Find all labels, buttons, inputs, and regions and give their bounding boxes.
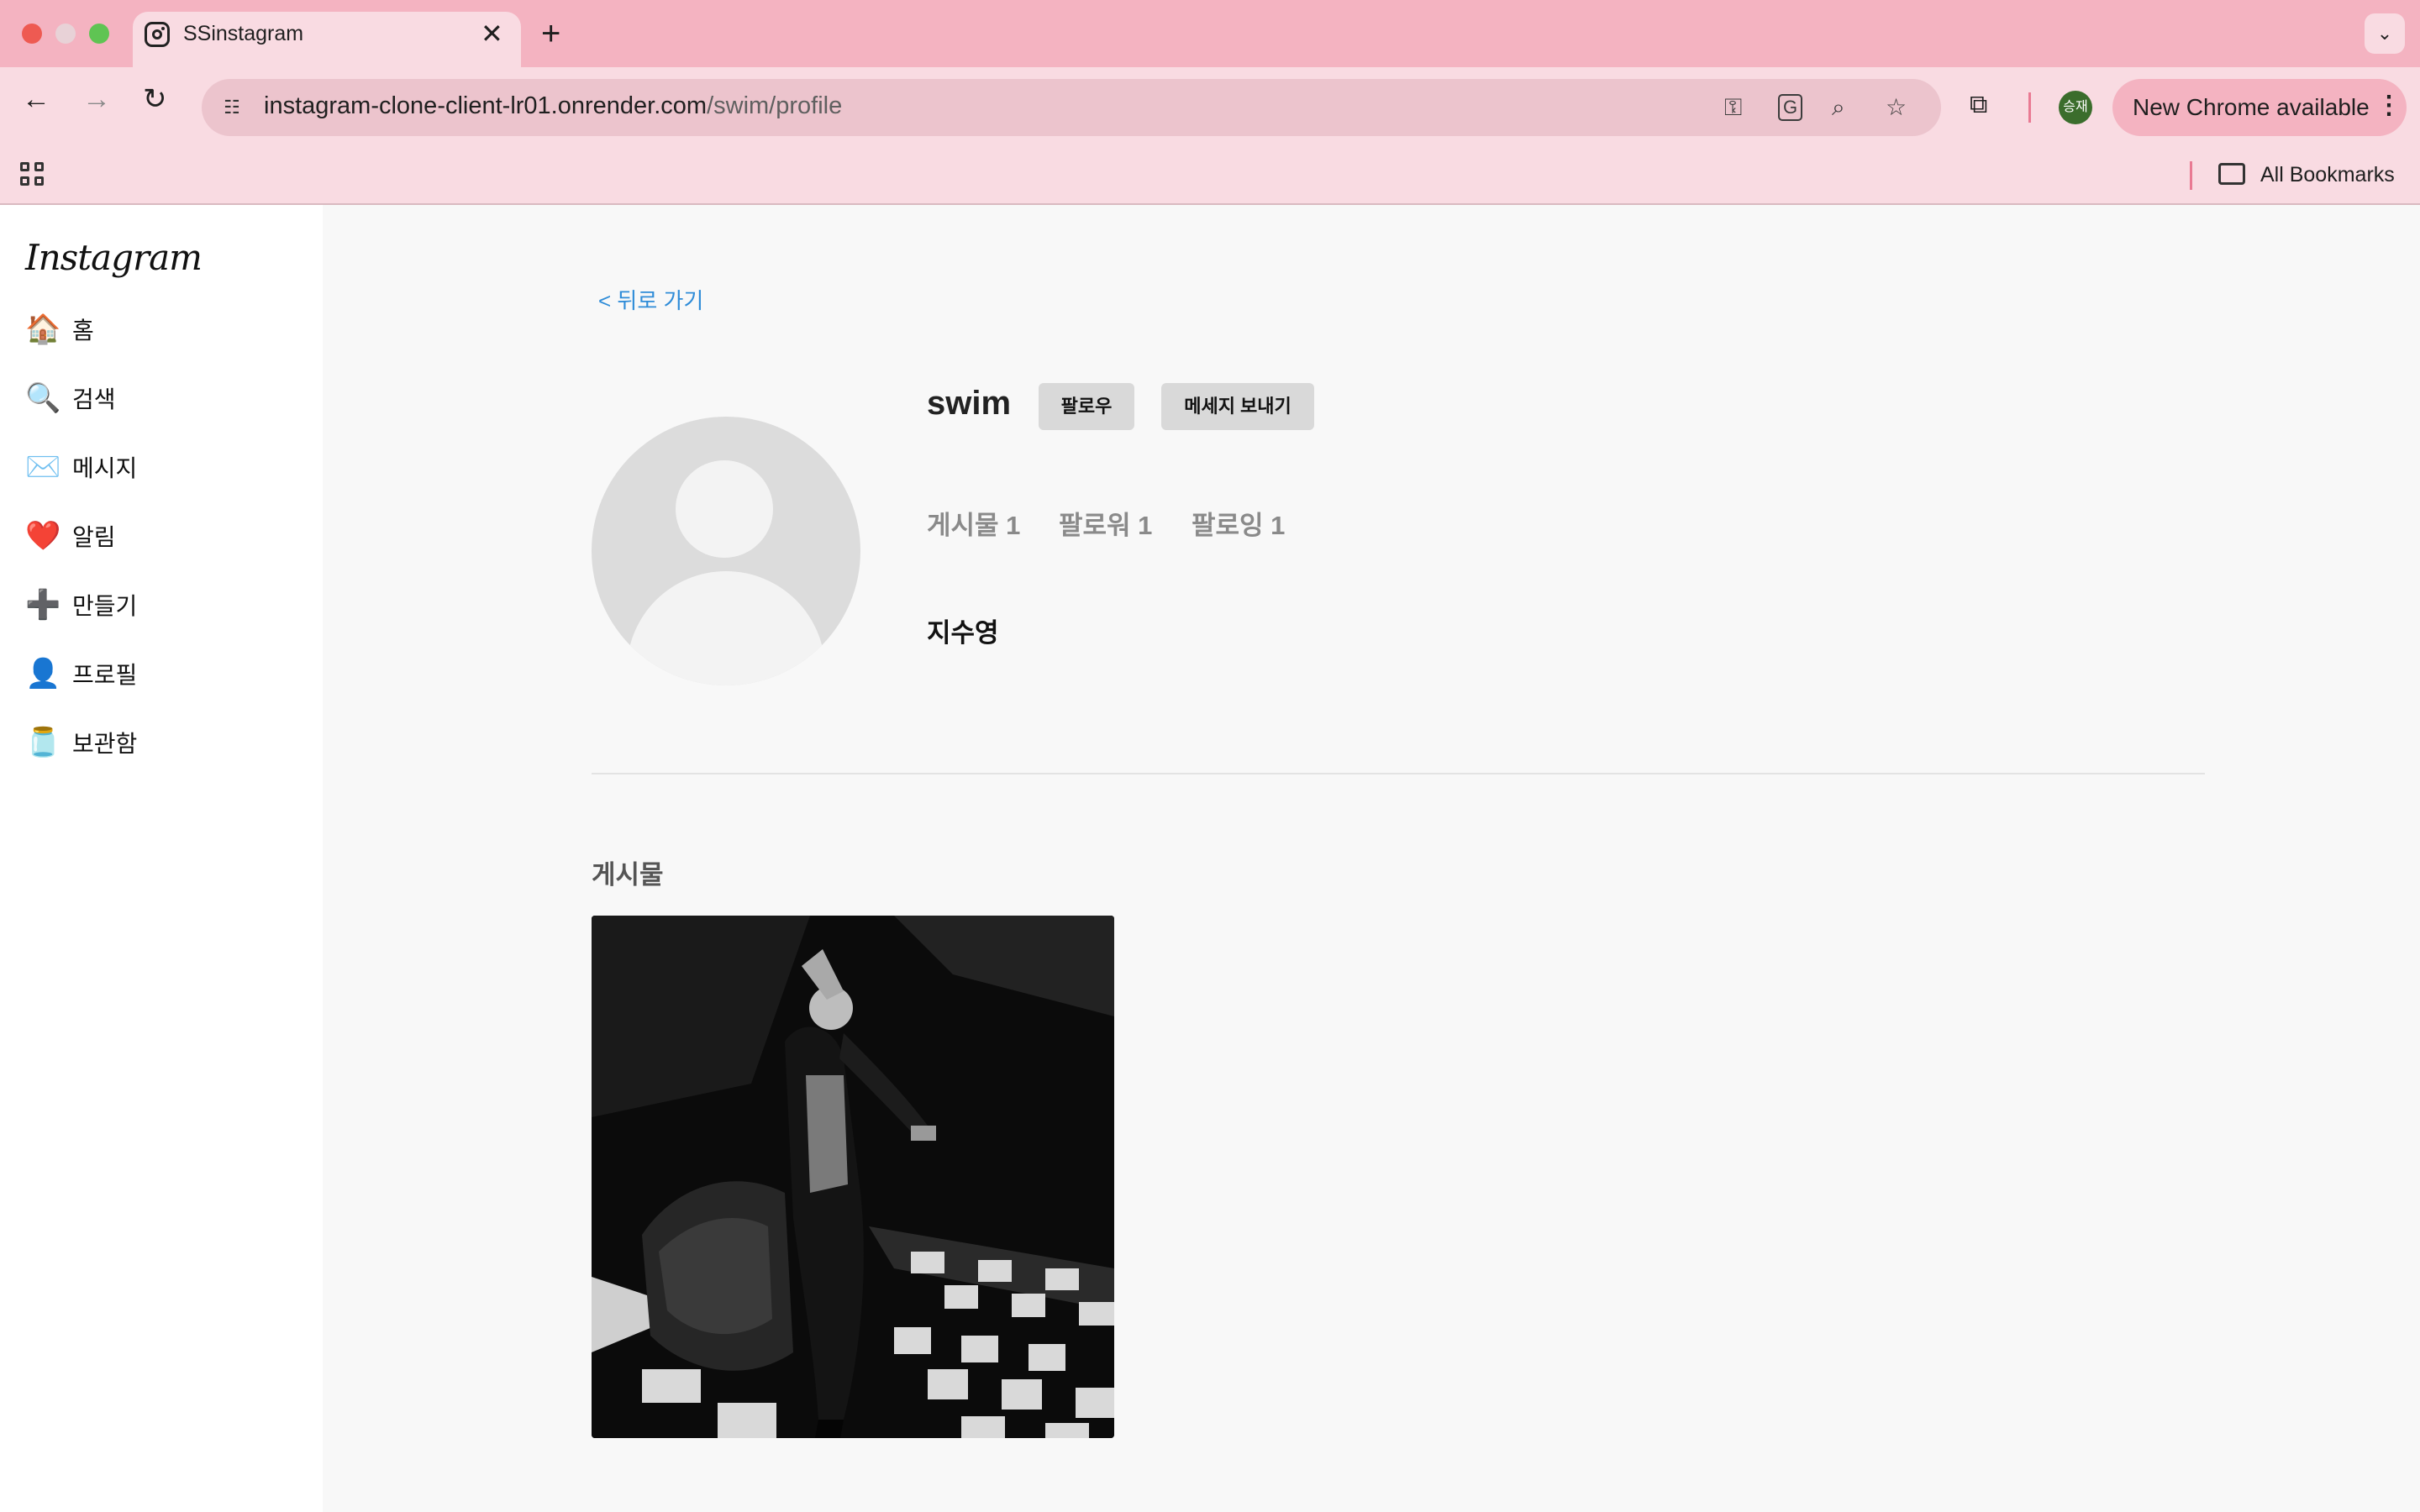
- sidebar-item-label: 프로필: [72, 662, 138, 688]
- post-photo: [592, 916, 1114, 1438]
- magnifier-icon: 🔍: [25, 382, 61, 414]
- bookmark-star-icon[interactable]: ☆: [1886, 92, 1907, 123]
- follow-button[interactable]: 팔로우: [1039, 383, 1134, 430]
- sidebar-item-label: 보관함: [72, 731, 138, 757]
- translate-icon[interactable]: G: [1778, 94, 1803, 121]
- forward-arrow-icon[interactable]: →: [82, 82, 111, 116]
- new-tab-button[interactable]: +: [541, 15, 560, 52]
- chrome-menu-icon[interactable]: ⋮: [2376, 91, 2402, 120]
- window-zoom-button[interactable]: [89, 24, 109, 44]
- toolbar-divider: [2028, 92, 2031, 123]
- bookmarks-divider: [2190, 161, 2192, 190]
- url-path: /swim/profile: [707, 92, 843, 119]
- avatar: [592, 417, 860, 685]
- extensions-puzzle-icon[interactable]: ⧉: [1970, 91, 1987, 119]
- window-minimize-button[interactable]: [55, 24, 76, 44]
- sidebar-item-label: 알림: [72, 524, 116, 550]
- posts-count: 게시물 1: [927, 511, 1021, 540]
- sidebar-item-label: 메시지: [72, 455, 138, 481]
- sidebar-item-home[interactable]: 🏠 홈: [25, 309, 94, 349]
- folder-icon[interactable]: [2218, 163, 2245, 185]
- person-icon: 👤: [25, 658, 61, 690]
- instagram-logo[interactable]: Instagram: [25, 237, 203, 278]
- window-close-button[interactable]: [22, 24, 42, 44]
- site-settings-icon[interactable]: ☷: [215, 91, 249, 124]
- chrome-update-label[interactable]: New Chrome available: [2133, 94, 2370, 121]
- bookmarks-bar: [0, 139, 2420, 205]
- instagram-favicon-icon: [145, 22, 170, 47]
- url-host: instagram-clone-client-lr01.onrender.com: [264, 92, 708, 119]
- browser-profile-avatar[interactable]: 승재: [2059, 91, 2092, 124]
- all-bookmarks-link[interactable]: All Bookmarks: [2260, 163, 2395, 187]
- sidebar-item-create[interactable]: ➕ 만들기: [25, 585, 137, 625]
- tab-search-button[interactable]: ⌄: [2365, 13, 2405, 54]
- back-link[interactable]: < 뒤로 가기: [598, 284, 703, 315]
- password-key-icon[interactable]: ⚿: [1724, 92, 1742, 123]
- avatar-body-shape: [627, 571, 825, 685]
- posts-section-title: 게시물: [592, 860, 664, 890]
- sidebar-item-notifications[interactable]: ❤️ 알림: [25, 516, 116, 556]
- tab-close-icon[interactable]: ✕: [481, 18, 503, 49]
- section-divider: [592, 773, 2205, 774]
- sidebar-item-messages[interactable]: ✉️ 메시지: [25, 447, 137, 487]
- zoom-icon[interactable]: ⌕: [1832, 92, 1845, 123]
- house-icon: 🏠: [25, 313, 61, 345]
- tab-title: SSinstagram: [183, 22, 304, 45]
- sidebar-item-label: 만들기: [72, 593, 138, 619]
- following-count[interactable]: 팔로잉 1: [1192, 504, 1285, 542]
- back-arrow-icon[interactable]: ←: [22, 82, 50, 116]
- apps-grid-icon[interactable]: [20, 162, 45, 187]
- sidebar-item-archive[interactable]: 🫙 보관함: [25, 722, 137, 763]
- post-thumbnail[interactable]: [592, 916, 1114, 1438]
- avatar-head-shape: [676, 460, 773, 558]
- profile-username: swim: [927, 385, 1012, 422]
- envelope-icon: ✉️: [25, 451, 61, 483]
- sidebar-item-search[interactable]: 🔍 검색: [25, 378, 116, 418]
- profile-full-name: 지수영: [927, 618, 999, 648]
- plus-icon: ➕: [25, 589, 61, 621]
- sidebar-item-label: 검색: [72, 386, 116, 412]
- reload-icon[interactable]: ↻: [143, 82, 167, 116]
- followers-count[interactable]: 팔로워 1: [1059, 504, 1152, 542]
- sidebar-item-profile[interactable]: 👤 프로필: [25, 654, 137, 694]
- send-message-button[interactable]: 메세지 보내기: [1161, 383, 1314, 430]
- jar-icon: 🫙: [25, 727, 61, 759]
- heart-icon: ❤️: [25, 520, 61, 552]
- sidebar-item-label: 홈: [72, 318, 94, 344]
- url-text[interactable]: instagram-clone-client-lr01.onrender.com…: [264, 92, 842, 120]
